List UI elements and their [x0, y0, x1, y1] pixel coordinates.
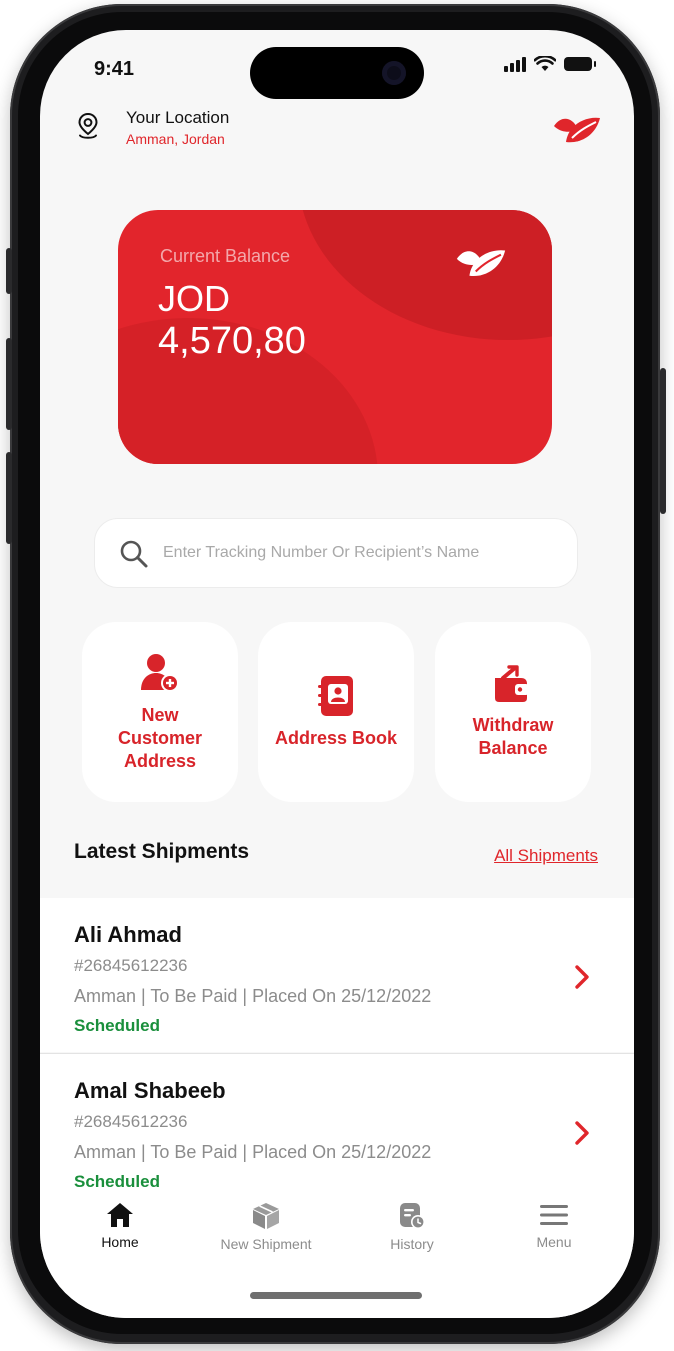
search-icon: [120, 540, 148, 568]
tab-label: Home: [101, 1234, 139, 1250]
shipment-recipient: Amal Shabeeb: [74, 1078, 226, 1103]
tab-home[interactable]: Home: [55, 1202, 185, 1250]
volume-down-button: [6, 452, 12, 544]
status-time: 9:41: [94, 58, 135, 80]
action-label: New Customer Address: [117, 704, 202, 771]
card-logo: [456, 250, 506, 276]
shipment-recipient: Ali Ahmad: [74, 922, 182, 947]
search-input[interactable]: [163, 537, 563, 569]
card-decoration: [298, 210, 552, 340]
shipment-status: Scheduled: [74, 1172, 160, 1191]
camera-icon: [382, 61, 406, 85]
balance-currency: JOD: [158, 278, 230, 319]
balance-amount: 4,570,80: [158, 320, 306, 362]
address-book-icon: [318, 675, 353, 716]
shipment-details: Amman | To Be Paid | Placed On 25/12/202…: [74, 986, 432, 1006]
battery-icon: [564, 57, 596, 71]
shipment-details: Amman | To Be Paid | Placed On 25/12/202…: [74, 1142, 432, 1162]
add-user-icon: [141, 653, 179, 692]
location-value[interactable]: Amman, Jordan: [126, 131, 225, 147]
chevron-right-icon[interactable]: [574, 1120, 590, 1146]
tab-history[interactable]: History: [347, 1202, 477, 1252]
history-icon: [400, 1203, 425, 1229]
location-title: Your Location: [126, 108, 230, 127]
volume-up-button: [6, 338, 12, 430]
action-label: Withdraw Balance: [472, 715, 554, 758]
tab-menu[interactable]: Menu: [489, 1202, 619, 1250]
wallet-icon: [495, 665, 529, 702]
latest-shipments-title: Latest Shipments: [74, 840, 250, 863]
search-bar[interactable]: [94, 518, 578, 588]
chevron-right-icon[interactable]: [574, 964, 590, 990]
package-icon: [253, 1203, 279, 1229]
mute-switch: [6, 248, 12, 294]
tab-label: Menu: [536, 1234, 572, 1250]
shipment-row[interactable]: Amal Shabeeb #26845612236 Amman | To Be …: [40, 1054, 634, 1194]
dynamic-island: [250, 47, 424, 99]
tab-new-shipment[interactable]: New Shipment: [201, 1202, 331, 1252]
all-shipments-link[interactable]: All Shipments: [494, 846, 598, 866]
power-button: [660, 368, 666, 514]
balance-label: Current Balance: [160, 246, 291, 266]
status-indicators: [504, 56, 596, 72]
bottom-tab-bar: Home New Shipment History Menu: [40, 1192, 634, 1318]
home-indicator[interactable]: [250, 1292, 422, 1299]
shipment-row[interactable]: Ali Ahmad #26845612236 Amman | To Be Pai…: [40, 898, 634, 1052]
menu-icon: [540, 1205, 568, 1225]
withdraw-balance-button[interactable]: Withdraw Balance: [435, 622, 591, 802]
address-book-button[interactable]: Address Book: [258, 622, 414, 802]
home-icon: [107, 1203, 133, 1227]
app-screen: 9:41 Your Location Amman, Jordan Current…: [40, 30, 634, 1318]
tab-label: History: [390, 1236, 434, 1252]
brand-logo: [554, 117, 600, 143]
balance-card[interactable]: Current Balance JOD 4,570,80: [118, 210, 552, 464]
wifi-icon: [534, 56, 556, 71]
tab-label: New Shipment: [220, 1236, 312, 1252]
location-pin-icon: [78, 112, 98, 139]
signal-icon: [504, 56, 526, 72]
new-customer-address-button[interactable]: New Customer Address: [82, 622, 238, 802]
shipment-status: Scheduled: [74, 1016, 160, 1035]
shipment-tracking-number: #26845612236: [74, 1112, 188, 1131]
action-label: Address Book: [274, 727, 398, 748]
shipment-tracking-number: #26845612236: [74, 956, 188, 975]
